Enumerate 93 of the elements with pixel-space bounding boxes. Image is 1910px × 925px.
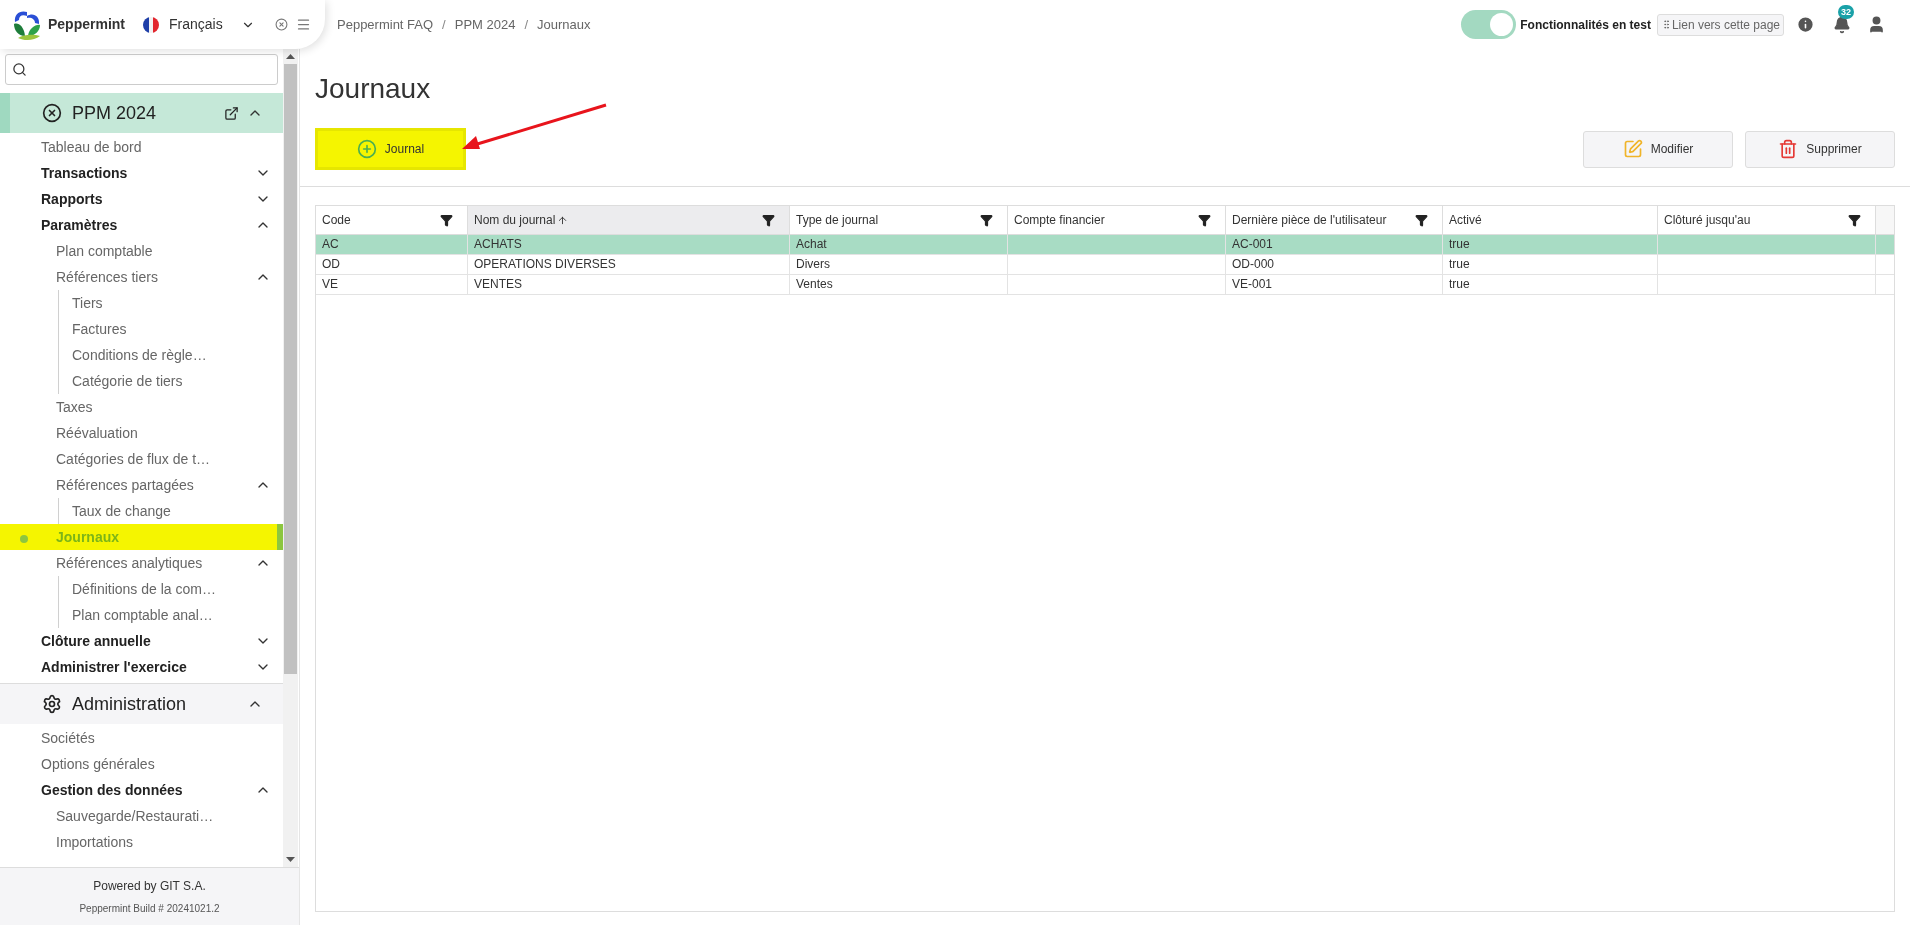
sidebar-item[interactable]: Plan comptable anal… xyxy=(59,602,283,628)
breadcrumb-separator: / xyxy=(523,15,530,34)
external-link-icon[interactable] xyxy=(224,105,239,121)
scroll-down-icon[interactable] xyxy=(286,857,295,862)
flag-icon xyxy=(143,16,159,33)
column-header[interactable]: Clôturé jusqu'au xyxy=(1658,206,1876,234)
table-cell: Divers xyxy=(796,257,830,271)
sidebar-item[interactable]: Options générales xyxy=(0,751,283,777)
table-cell: true xyxy=(1449,237,1470,251)
column-header[interactable]: Nom du journal xyxy=(468,206,790,234)
column-header[interactable]: Dernière pièce de l'utilisateur xyxy=(1226,206,1443,234)
link-button[interactable]: Lien vers cette page xyxy=(1656,13,1784,36)
table-cell: ACHATS xyxy=(474,237,522,251)
settings-icon xyxy=(42,694,62,714)
sidebar-item[interactable]: Sauvegarde/Restaurati… xyxy=(0,803,283,829)
sidebar-item[interactable]: Paramètres xyxy=(0,212,283,238)
filter-icon[interactable] xyxy=(980,213,993,227)
table-cell: Ventes xyxy=(796,277,833,291)
table-row[interactable]: VE VENTES Ventes VE-001 true xyxy=(316,275,1894,295)
section-header[interactable]: Administration xyxy=(0,684,283,724)
notification-badge: 32 xyxy=(1838,4,1854,19)
sidebar-item[interactable]: Définitions de la com… xyxy=(59,576,283,602)
sidebar-item[interactable]: Sociétés xyxy=(0,725,283,751)
sidebar-item[interactable]: Taxes xyxy=(0,394,283,420)
sidebar-item[interactable]: Taux de change xyxy=(59,498,283,524)
sidebar-item[interactable]: Tableau de bord xyxy=(0,134,283,160)
breadcrumb-separator: / xyxy=(441,15,447,34)
table-cell: VE-001 xyxy=(1232,277,1273,291)
table-row[interactable]: AC ACHATS Achat AC-001 true xyxy=(316,235,1894,255)
sidebar-item[interactable]: Plan comptable xyxy=(0,238,283,264)
column-header[interactable]: Compte financier xyxy=(1008,206,1226,234)
table-cell: true xyxy=(1449,277,1470,291)
trash-icon xyxy=(1778,139,1799,159)
sort-ascending-icon[interactable] xyxy=(557,214,569,226)
powered-by-text: Powered by GIT S.A. xyxy=(93,878,206,895)
table-cell: OD-000 xyxy=(1232,257,1275,271)
column-header[interactable]: Code xyxy=(316,206,468,234)
table-row[interactable]: OD OPERATIONS DIVERSES Divers OD-000 true xyxy=(316,255,1894,275)
filter-icon[interactable] xyxy=(1198,213,1211,227)
table-cell: VENTES xyxy=(474,277,522,291)
breadcrumb-link[interactable]: Journaux xyxy=(537,14,591,35)
sidebar-item[interactable]: Gestion des données xyxy=(0,777,283,803)
sidebar-item[interactable]: Administrer l'exercice xyxy=(0,654,283,680)
add-journal-button[interactable]: Journal xyxy=(315,128,466,170)
table-cell: OD xyxy=(322,257,340,271)
toggle-switch[interactable] xyxy=(1461,10,1517,39)
breadcrumb-link[interactable]: Peppermint FAQ xyxy=(337,14,434,35)
sidebar-item[interactable]: Références partagées xyxy=(0,472,283,498)
filter-icon[interactable] xyxy=(762,213,775,227)
sidebar-item[interactable]: Factures xyxy=(59,316,283,342)
sidebar-item[interactable]: Importations xyxy=(0,829,283,855)
scroll-up-icon[interactable] xyxy=(286,54,295,59)
page-title: Journaux xyxy=(315,72,432,106)
sidebar-item[interactable]: Conditions de règle… xyxy=(59,342,283,368)
toggle-label: Fonctionnalités en test xyxy=(1520,16,1651,34)
table-cell: true xyxy=(1449,257,1470,271)
sidebar-item[interactable]: Catégorie de tiers xyxy=(59,368,283,394)
column-header[interactable]: Type de journal xyxy=(790,206,1008,234)
app-name: Peppermint xyxy=(48,15,125,34)
section-header[interactable]: PPM 2024 xyxy=(0,93,283,133)
menu-icon[interactable] xyxy=(296,17,311,32)
table-cell: AC xyxy=(322,237,339,251)
table-cell: OPERATIONS DIVERSES xyxy=(474,257,616,271)
sidebar-item[interactable]: Rapports xyxy=(0,186,283,212)
sidebar-item[interactable]: Transactions xyxy=(0,160,283,186)
breadcrumb-link[interactable]: PPM 2024 xyxy=(454,14,516,35)
sidebar-item[interactable]: Tiers xyxy=(59,290,283,316)
delete-button[interactable]: Supprimer xyxy=(1745,130,1895,168)
filter-icon[interactable] xyxy=(1848,213,1861,227)
plus-circle-icon xyxy=(356,139,377,159)
info-icon[interactable] xyxy=(1796,15,1815,34)
table-cell: VE xyxy=(322,277,338,291)
sidebar-item[interactable]: Réévaluation xyxy=(0,420,283,446)
filter-icon[interactable] xyxy=(440,213,453,227)
sidebar-item[interactable]: Références analytiques xyxy=(0,550,283,576)
sidebar-item[interactable]: Clôture annuelle xyxy=(0,628,283,654)
edit-icon xyxy=(1622,139,1643,159)
filter-icon[interactable] xyxy=(1415,213,1428,227)
search-field[interactable] xyxy=(5,54,278,85)
build-text: Peppermint Build # 20241021.2 xyxy=(79,902,220,916)
bell-icon[interactable] xyxy=(1833,15,1851,34)
close-circle-icon[interactable] xyxy=(42,103,62,123)
search-icon xyxy=(12,62,27,77)
column-header[interactable]: Activé xyxy=(1443,206,1658,234)
table-cell: Achat xyxy=(796,237,827,251)
active-bar xyxy=(277,524,283,550)
edit-button[interactable]: Modifier xyxy=(1583,130,1733,168)
scrollbar[interactable] xyxy=(283,49,298,867)
language-select[interactable]: Français xyxy=(169,14,255,35)
table-cell: AC-001 xyxy=(1232,237,1273,251)
sidebar-item[interactable]: Catégories de flux de t… xyxy=(0,446,283,472)
sidebar-item[interactable]: Références tiers xyxy=(0,264,283,290)
user-icon[interactable] xyxy=(1867,15,1886,34)
